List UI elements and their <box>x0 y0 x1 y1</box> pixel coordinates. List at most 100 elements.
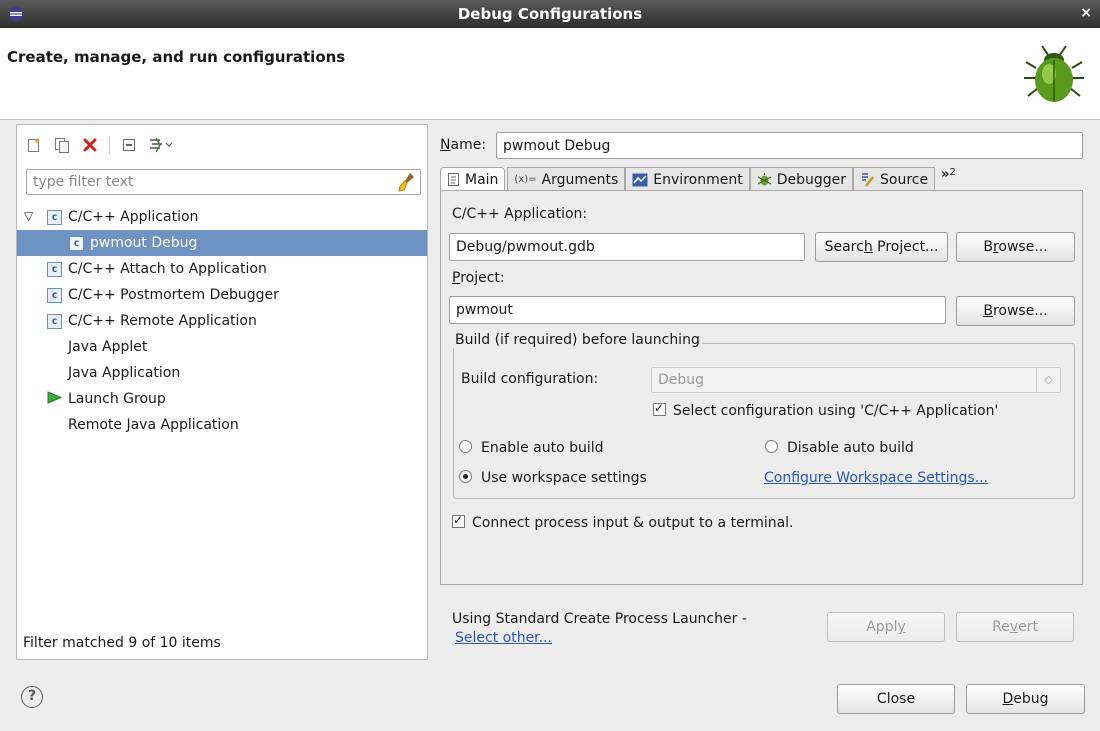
launcher-text: Using Standard Create Process Launcher - <box>452 611 747 627</box>
btn-text: rowse... <box>992 303 1048 319</box>
btn-mnemonic: y <box>897 619 906 635</box>
tree-item-java-application[interactable]: Java Application <box>17 360 427 386</box>
enable-auto-build-option[interactable]: Enable auto build <box>459 440 604 456</box>
select-configuration-checkbox[interactable] <box>653 401 666 416</box>
btn-text: Re <box>992 619 1010 635</box>
revert-button[interactable]: Revert <box>956 612 1074 642</box>
disable-auto-build-radio[interactable] <box>765 440 778 453</box>
tree-item-remote-java[interactable]: Remote Java Application <box>17 412 427 438</box>
build-configuration-select[interactable]: Debug ◇ <box>651 367 1061 393</box>
source-icon <box>860 172 875 187</box>
title-bar: Debug Configurations × <box>0 0 1100 28</box>
filter-input[interactable] <box>31 171 391 193</box>
apply-button[interactable]: Apply <box>827 612 945 642</box>
filter-status: Filter matched 9 of 10 items <box>23 635 221 651</box>
help-icon[interactable]: ? <box>21 686 43 708</box>
c-icon: c <box>47 287 62 303</box>
tree-item-cpp-application[interactable]: ▽ c C/C++ Application <box>17 204 427 230</box>
tree-item-java-applet[interactable]: Java Applet <box>17 334 427 360</box>
tree-item-pwmout-debug[interactable]: c pwmout Debug <box>17 230 427 256</box>
select-other-link[interactable]: Select other... <box>455 630 552 646</box>
use-workspace-settings-option[interactable]: Use workspace settings <box>459 470 647 486</box>
btn-text: B <box>983 239 993 255</box>
name-label-rest: ame: <box>450 137 487 153</box>
configure-workspace-settings-link[interactable]: Configure Workspace Settings... <box>764 470 988 486</box>
project-input[interactable] <box>449 296 946 324</box>
dialog-heading: Create, manage, and run configurations <box>7 48 346 66</box>
btn-text: owse... <box>998 239 1048 255</box>
filter-icon[interactable] <box>146 134 176 156</box>
collapse-all-icon[interactable] <box>118 134 140 156</box>
btn-text: ert <box>1018 619 1038 635</box>
main-tab-panel: C/C++ Application: Search Project... Bro… <box>440 190 1083 585</box>
tree-item-label: Java Applet <box>68 339 148 355</box>
use-workspace-settings-label: Use workspace settings <box>481 470 647 486</box>
build-configuration-value: Debug <box>658 372 705 388</box>
configuration-tree-pane: ▽ c C/C++ Application c pwmout Debug c C… <box>16 124 428 660</box>
tab-arguments[interactable]: (x)= Arguments <box>507 167 626 191</box>
tree-item-launch-group[interactable]: Launch Group <box>17 386 427 412</box>
bug-icon <box>1022 38 1086 110</box>
select-configuration-option[interactable]: Select configuration using 'C/C++ Applic… <box>653 401 998 419</box>
left-toolbar <box>23 133 176 157</box>
dialog-header: Create, manage, and run configurations <box>0 28 1100 120</box>
close-button[interactable]: Close <box>837 684 955 714</box>
tree-item-label: Java Application <box>68 365 181 381</box>
debugger-icon <box>757 172 772 187</box>
connect-terminal-checkbox[interactable] <box>452 513 465 528</box>
name-label: Name: <box>440 137 486 153</box>
btn-text: ebug <box>1013 691 1049 707</box>
btn-mnemonic: v <box>1009 619 1019 635</box>
environment-icon <box>632 173 648 187</box>
disable-auto-build-option[interactable]: Disable auto build <box>765 440 914 456</box>
tab-environment[interactable]: Environment <box>625 167 750 191</box>
tab-debugger[interactable]: Debugger <box>749 167 853 191</box>
name-input[interactable] <box>496 132 1083 159</box>
cpp-application-input[interactable] <box>449 233 805 261</box>
c-icon: c <box>47 209 62 225</box>
name-mnemonic: N <box>440 137 451 153</box>
use-workspace-settings-radio[interactable] <box>459 470 472 483</box>
tab-source[interactable]: Source <box>853 167 936 191</box>
tree-item-cpp-remote[interactable]: c C/C++ Remote Application <box>17 308 427 334</box>
close-icon[interactable]: × <box>1080 5 1092 21</box>
tab-label: Main <box>465 171 499 188</box>
project-mnemonic: P <box>452 270 461 286</box>
tab-main[interactable]: Main <box>440 167 506 191</box>
launcher-area: Using Standard Create Process Launcher -… <box>440 596 1083 656</box>
c-icon: c <box>47 313 62 329</box>
enable-auto-build-label: Enable auto build <box>481 440 604 456</box>
duplicate-icon[interactable] <box>51 134 73 156</box>
search-project-button[interactable]: Search Project... <box>815 232 948 262</box>
build-configuration-label: Build configuration: <box>461 371 599 387</box>
btn-text: Searc <box>824 239 864 255</box>
tab-label: Source <box>880 171 929 188</box>
project-label-rest: roject: <box>460 270 505 286</box>
more-tabs-button[interactable]: » 2 <box>935 167 962 191</box>
disable-auto-build-label: Disable auto build <box>787 440 914 456</box>
clear-filter-icon[interactable] <box>398 172 416 196</box>
connect-terminal-option[interactable]: Connect process input & output to a term… <box>452 513 794 531</box>
enable-auto-build-radio[interactable] <box>459 440 472 453</box>
tab-label: Arguments <box>541 171 619 188</box>
more-tabs-icon: » <box>941 167 950 182</box>
connect-terminal-label: Connect process input & output to a term… <box>472 515 794 531</box>
delete-icon[interactable] <box>79 134 101 156</box>
main-tab-icon <box>447 172 460 187</box>
tree-item-cpp-postmortem[interactable]: c C/C++ Postmortem Debugger <box>17 282 427 308</box>
arguments-icon: (x)= <box>514 174 537 185</box>
expanded-twisty-icon[interactable]: ▽ <box>24 209 33 223</box>
btn-mnemonic: h <box>863 239 873 255</box>
tree-item-label: C/C++ Application <box>68 209 199 225</box>
btn-text: Project... <box>872 239 939 255</box>
tree-item-cpp-attach[interactable]: c C/C++ Attach to Application <box>17 256 427 282</box>
tree-item-label: C/C++ Postmortem Debugger <box>68 287 279 303</box>
debug-button[interactable]: Debug <box>966 684 1085 714</box>
browse-application-button[interactable]: Browse... <box>956 232 1075 262</box>
tab-label: Debugger <box>776 171 846 188</box>
filter-field[interactable] <box>26 169 421 195</box>
browse-project-button[interactable]: Browse... <box>956 296 1075 326</box>
new-config-icon[interactable] <box>23 134 45 156</box>
btn-mnemonic: D <box>1002 691 1014 707</box>
tab-bar: Main (x)= Arguments Environment Debugger… <box>440 167 962 191</box>
